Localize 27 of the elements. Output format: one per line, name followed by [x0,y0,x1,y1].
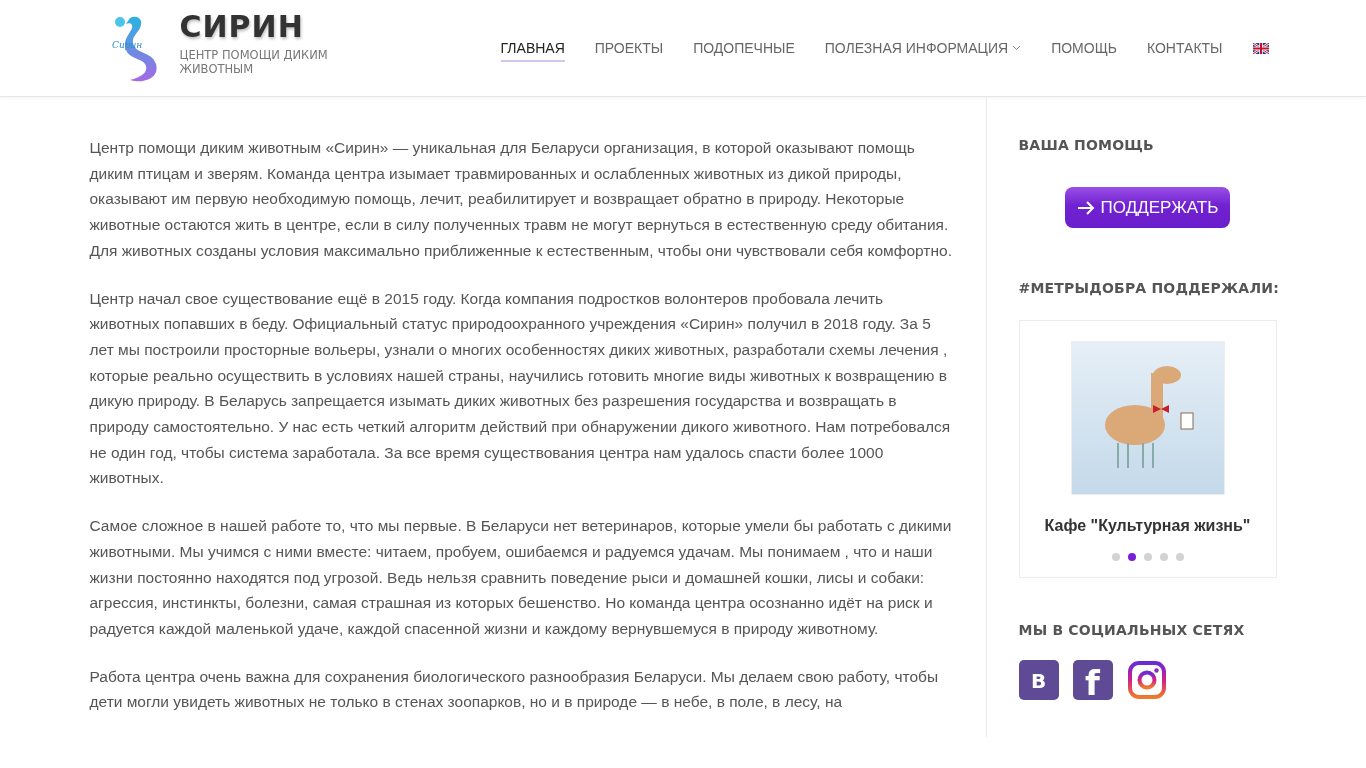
instagram-icon[interactable] [1126,660,1167,700]
facebook-link[interactable]: f [1072,660,1113,700]
carousel-dot[interactable] [1127,553,1136,561]
vk-link[interactable]: В [1018,660,1059,700]
nav-link[interactable]: ПОМОЩЬ [1051,40,1117,62]
carousel-dot[interactable] [1143,553,1152,561]
carousel-dot[interactable] [1111,553,1120,561]
nav-link[interactable]: КОНТАКТЫ [1146,40,1223,62]
nav-link[interactable]: ПРОЕКТЫ [594,40,664,62]
article-paragraph: Работа центра очень важна для сохранения биологического разнообразия Беларуси. Мы делаем свою работу, чтобы дети могли увидеть животных не только в стенах зоопарков, но и в природе — в небе, в поле, в лесу, на [89,666,940,713]
article-paragraph: Центр начал свое существование ещё в 2015 году. Когда компания подростков волонтеров пробовала лечить животных попавших в беду. Официальный статус природоохранного учреждения «Сирин» получил в 2018 году. За 5 лет мы построили просторные вольеры, узнали о многих особенностях диких животных, разработали схемы лечения , которые реально осуществить в условиях нашей страны, научились готовить многие виды животных к возвращению в дикую природу. В Беларусь запрещается изымать диких животных без разрешения государства и возвращать в природу самостоятельно. У нас есть четкий алгоритм действий при обнаружении дикого животного. Нам потребовался не один год, чтобы система заработала. За все время существования центра нам удалось спасти более 1000 животных. [89,288,952,489]
caret-icon [1012,45,1022,51]
site-title: СИРИН [179,10,305,44]
site-subtitle: ЦЕНТР ПОМОЩИ ДИКИМ ЖИВОТНЫМ [179,48,329,76]
nav-link[interactable]: ГЛАВНАЯ [500,40,565,62]
section-heading: #МЕТРЫДОБРА ПОДДЕРЖАЛИ: [1018,280,1277,296]
section-heading: МЫ В СОЦИАЛЬНЫХ СЕТЯХ [1018,622,1246,638]
donate-button[interactable]: ПОДДЕРЖАТЬ [1064,187,1231,228]
arrow-icon [1076,200,1095,215]
section-heading: ВАША ПОМОЩЬ [1018,137,1155,153]
carousel-dot[interactable] [1159,553,1168,561]
article-paragraph: Самое сложное в нашей работе то, что мы первые. В Беларуси нет ветеринаров, которые умели бы работать с дикими животными. Мы учимся с ними вместе: читаем, пробуем, ошибаемся и радуемся удачам. Мы понимаем , что и наши жизни постоянно находятся под угрозой. Ведь нельзя сравнить поведение рыси и домашней кошки, лисы и собаки: агрессия, инстинкты, болезни, самая страшная из которых бешенство. Но команда центра осознанно идёт на риск и радуется каждой маленькой удаче, каждой спасенной жизни и каждому вернувшемуся в природу животному. [89,516,953,639]
supporter-name: Кафе "Культурная жизнь" [1044,517,1251,535]
article-paragraph: Центр помощи диким животным «Сирин» — уникальная для Беларуси организация, в которой оказывают помощь диким птицам и зверям. Команда центра изымает травмированных и ослабленных животных из дикой природы, оказывают им первую необходимую помощь, лечит, реабилитирует и возвращает обратно в природу. Некоторые животные остаются жить в центре, если в силу полученных травм не могут вернуться в естественную среду обитания. Для животных созданы условия максимально приближенные к естественным, чтобы они чувствовали себя комфортно. [89,138,953,261]
nav-dropdown[interactable]: ПОЛЕЗНАЯ ИНФОРМАЦИЯ [824,40,1022,62]
nav-link[interactable]: ПОДОПЕЧНЫЕ [693,40,795,62]
carousel-dot[interactable] [1175,553,1184,561]
